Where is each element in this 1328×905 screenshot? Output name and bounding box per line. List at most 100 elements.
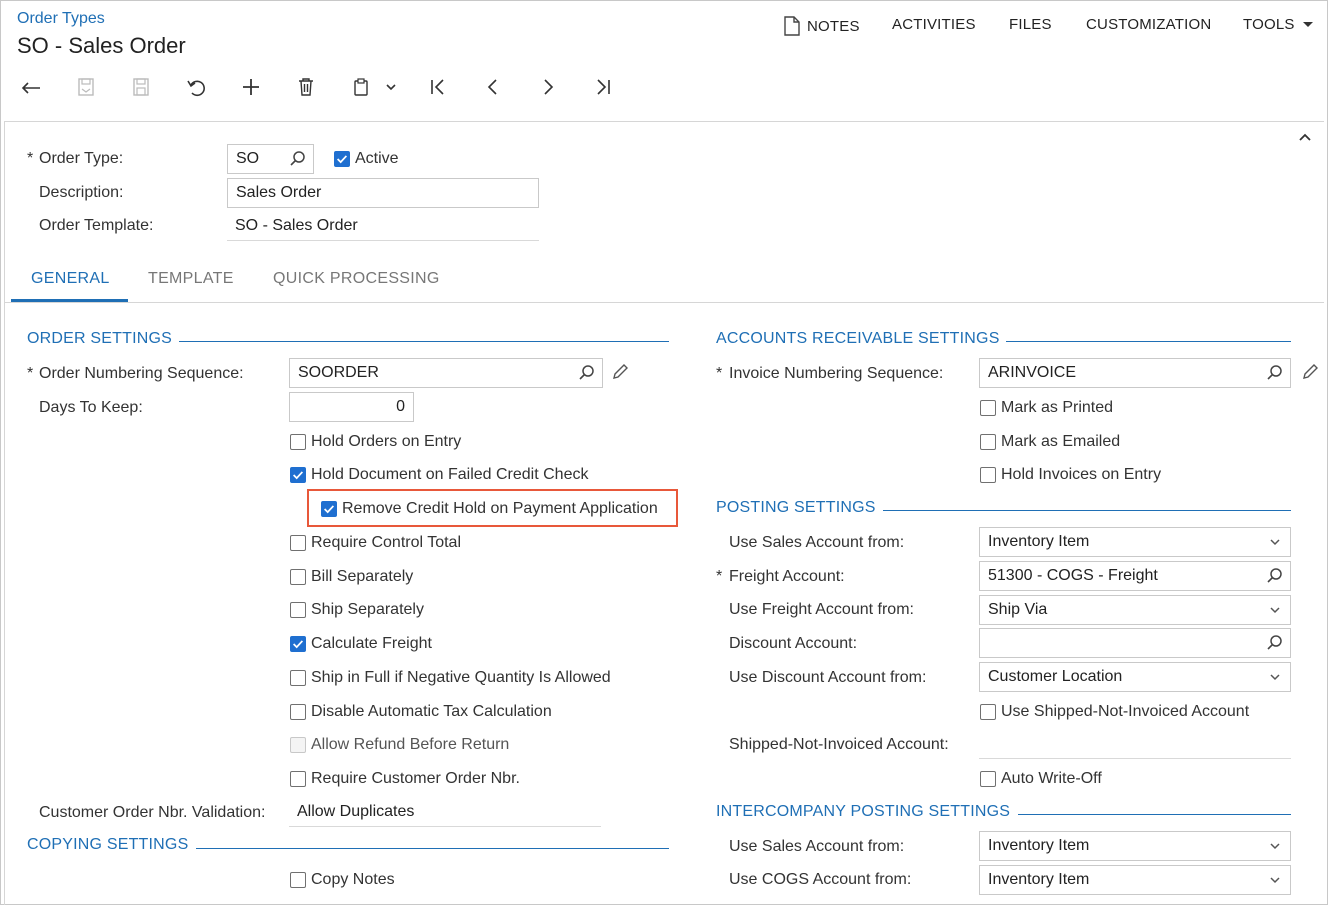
delete-icon[interactable]: [291, 72, 321, 102]
use-shipped-not-invoiced-checkbox[interactable]: Use Shipped-Not-Invoiced Account: [980, 703, 1249, 721]
mark-printed-checkbox[interactable]: Mark as Printed: [980, 399, 1113, 417]
discount-account-input[interactable]: [979, 628, 1291, 658]
back-arrow-icon[interactable]: [16, 72, 46, 102]
checkbox-label: Ship Separately: [311, 601, 424, 618]
checkbox-box[interactable]: [290, 704, 306, 720]
hold-failed-credit-checkbox[interactable]: Hold Document on Failed Credit Check: [290, 466, 588, 484]
ic-cogs-from-select[interactable]: Inventory Item: [979, 865, 1291, 895]
remove-credit-hold-checkbox[interactable]: Remove Credit Hold on Payment Applicatio…: [321, 500, 658, 518]
customization-button[interactable]: CUSTOMIZATION: [1086, 16, 1211, 33]
checkbox-box[interactable]: [980, 400, 996, 416]
add-icon[interactable]: [236, 72, 266, 102]
search-icon[interactable]: [289, 150, 307, 168]
search-icon[interactable]: [578, 364, 596, 382]
require-customer-order-checkbox[interactable]: Require Customer Order Nbr.: [290, 770, 520, 788]
order-settings-title: ORDER SETTINGS: [27, 330, 173, 347]
invoice-numbering-label: Invoice Numbering Sequence:: [729, 365, 944, 382]
required-marker: *: [716, 365, 723, 382]
posting-settings-title: POSTING SETTINGS: [716, 499, 876, 516]
next-record-icon[interactable]: [533, 72, 563, 102]
validation-value[interactable]: Allow Duplicates: [289, 797, 601, 827]
ic-cogs-from-label: Use COGS Account from:: [729, 871, 912, 888]
checkbox-box[interactable]: [290, 535, 306, 551]
notes-icon: [783, 16, 801, 36]
files-button[interactable]: FILES: [1009, 16, 1052, 33]
checkbox-box[interactable]: [290, 467, 306, 483]
hold-orders-checkbox[interactable]: Hold Orders on Entry: [290, 433, 461, 451]
tab-template[interactable]: TEMPLATE: [148, 270, 234, 288]
ic-sales-from-select[interactable]: Inventory Item: [979, 831, 1291, 861]
collapse-chevron-icon[interactable]: [1297, 130, 1313, 146]
search-icon[interactable]: [1266, 567, 1284, 585]
checkbox-box[interactable]: [290, 569, 306, 585]
active-label: Active: [355, 150, 399, 167]
freight-from-select[interactable]: Ship Via: [979, 595, 1291, 625]
chevron-down-icon: [1266, 533, 1284, 551]
days-to-keep-input[interactable]: 0: [289, 392, 414, 422]
checkbox-box[interactable]: [290, 670, 306, 686]
tab-quick-processing[interactable]: QUICK PROCESSING: [273, 270, 440, 288]
checkbox-box[interactable]: [290, 872, 306, 888]
invoice-numbering-value: ARINVOICE: [988, 364, 1077, 381]
ship-in-full-checkbox[interactable]: Ship in Full if Negative Quantity Is All…: [290, 669, 611, 687]
order-numbering-input[interactable]: SOORDER: [289, 358, 603, 388]
tab-general[interactable]: GENERAL: [31, 270, 110, 288]
order-numbering-value: SOORDER: [298, 364, 379, 381]
mark-emailed-checkbox[interactable]: Mark as Emailed: [980, 433, 1120, 451]
copy-notes-checkbox[interactable]: Copy Notes: [290, 871, 395, 889]
previous-record-icon[interactable]: [478, 72, 508, 102]
tools-button[interactable]: TOOLS: [1243, 16, 1313, 33]
checkbox-box[interactable]: [290, 771, 306, 787]
activities-button[interactable]: ACTIVITIES: [892, 16, 976, 33]
checkbox-label: Hold Invoices on Entry: [1001, 466, 1162, 483]
disable-tax-calc-checkbox[interactable]: Disable Automatic Tax Calculation: [290, 703, 552, 721]
discount-from-select[interactable]: Customer Location: [979, 662, 1291, 692]
intercompany-title: INTERCOMPANY POSTING SETTINGS: [716, 803, 1011, 820]
undo-icon[interactable]: [181, 72, 211, 102]
checkbox-box[interactable]: [980, 434, 996, 450]
checkbox-box[interactable]: [290, 434, 306, 450]
checkbox-box[interactable]: [321, 501, 337, 517]
search-icon[interactable]: [1266, 364, 1284, 382]
checkbox-label: Disable Automatic Tax Calculation: [311, 703, 552, 720]
freight-account-input[interactable]: 51300 - COGS - Freight: [979, 561, 1291, 591]
checkbox-box[interactable]: [980, 467, 996, 483]
first-record-icon[interactable]: [423, 72, 453, 102]
notes-button[interactable]: NOTES: [783, 16, 860, 36]
section-divider: [179, 341, 669, 342]
sales-account-from-select[interactable]: Inventory Item: [979, 527, 1291, 557]
save-close-icon[interactable]: [71, 72, 101, 102]
active-checkbox[interactable]: Active: [334, 150, 399, 168]
save-icon[interactable]: [126, 72, 156, 102]
edit-pencil-icon[interactable]: [611, 363, 629, 381]
breadcrumb[interactable]: Order Types: [17, 10, 105, 28]
description-input[interactable]: Sales Order: [227, 178, 539, 208]
require-control-total-checkbox[interactable]: Require Control Total: [290, 534, 461, 552]
last-record-icon[interactable]: [588, 72, 618, 102]
checkbox-label: Calculate Freight: [311, 635, 432, 652]
order-type-input[interactable]: SO: [227, 144, 314, 174]
checkbox-box[interactable]: [290, 636, 306, 652]
tools-label: TOOLS: [1243, 16, 1295, 33]
hold-invoices-checkbox[interactable]: Hold Invoices on Entry: [980, 466, 1161, 484]
discount-from-label: Use Discount Account from:: [729, 669, 927, 686]
checkbox-box[interactable]: [980, 771, 996, 787]
chevron-down-icon: [1266, 837, 1284, 855]
search-icon[interactable]: [1266, 634, 1284, 652]
ship-separately-checkbox[interactable]: Ship Separately: [290, 601, 424, 619]
invoice-numbering-input[interactable]: ARINVOICE: [979, 358, 1291, 388]
chevron-down-icon[interactable]: [376, 72, 406, 102]
caret-down-icon: [1302, 22, 1313, 27]
chevron-down-icon: [1266, 668, 1284, 686]
checkbox-box[interactable]: [290, 602, 306, 618]
select-value: Inventory Item: [988, 871, 1090, 888]
bill-separately-checkbox[interactable]: Bill Separately: [290, 568, 413, 586]
calculate-freight-checkbox[interactable]: Calculate Freight: [290, 635, 432, 653]
edit-pencil-icon[interactable]: [1301, 363, 1319, 381]
copy-paste-icon[interactable]: [346, 72, 376, 102]
checkbox-box[interactable]: [980, 704, 996, 720]
auto-writeoff-checkbox[interactable]: Auto Write-Off: [980, 770, 1102, 788]
checkbox-box[interactable]: [334, 151, 350, 167]
required-marker: *: [27, 150, 34, 167]
checkbox-label: Ship in Full if Negative Quantity Is All…: [311, 669, 611, 686]
